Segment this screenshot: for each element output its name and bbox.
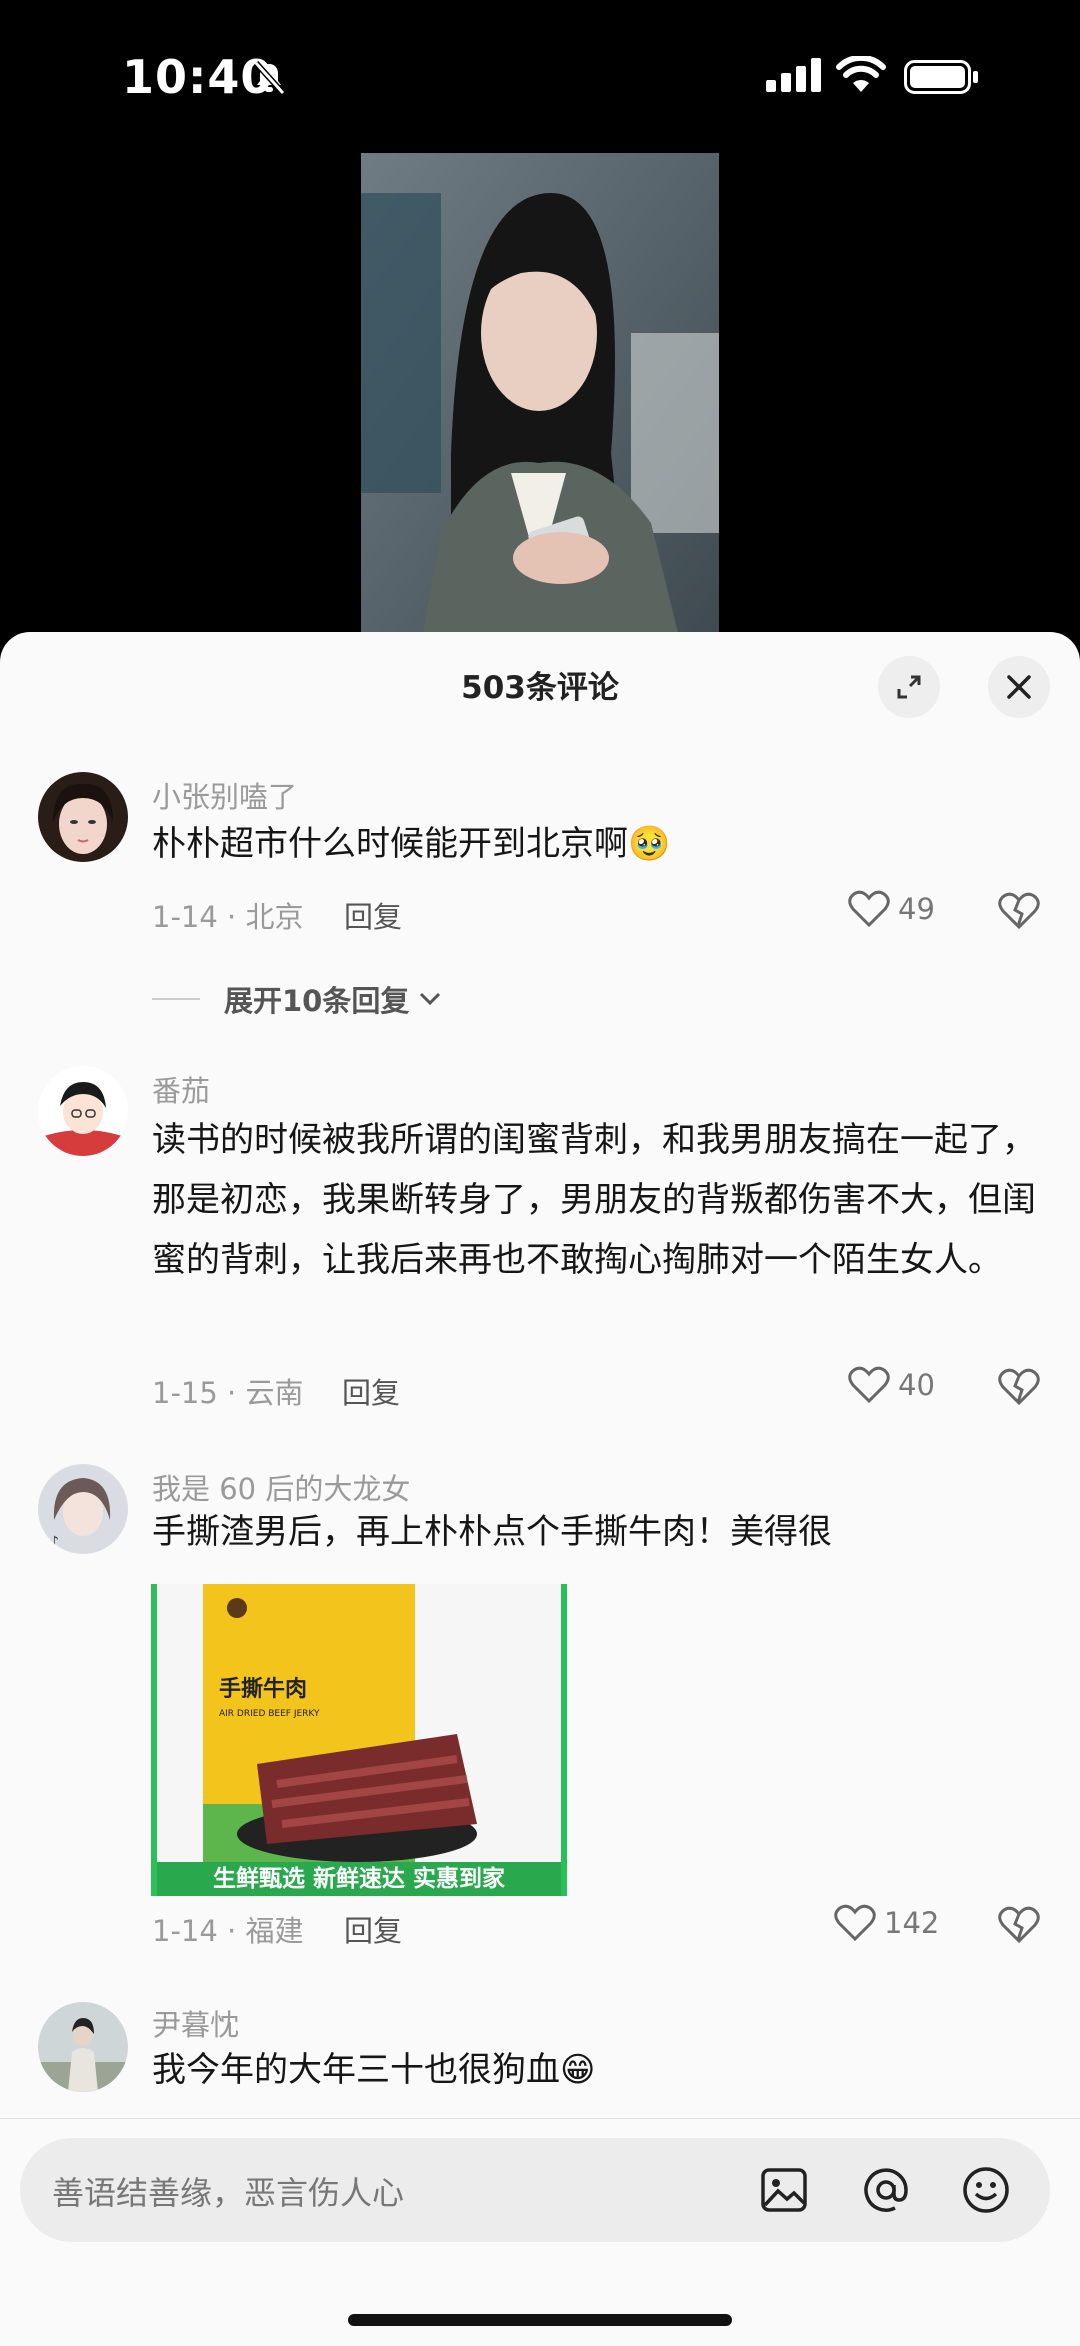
comment-username[interactable]: 尹暮忱: [152, 2002, 239, 2044]
heart-icon: [848, 1366, 890, 1404]
image-icon: [761, 2168, 807, 2212]
expand-button[interactable]: [878, 656, 940, 718]
like-button[interactable]: 40: [848, 1366, 935, 1404]
emoji-button[interactable]: [956, 2160, 1016, 2220]
product-subtitle: AIR DRIED BEEF JERKY: [219, 1709, 320, 1719]
reply-button[interactable]: 回复: [342, 1370, 400, 1412]
avatar[interactable]: [38, 1066, 128, 1156]
divider: [0, 2118, 1080, 2119]
mention-button[interactable]: [856, 2160, 916, 2220]
reply-button[interactable]: 回复: [344, 1908, 402, 1950]
cellular-signal-icon: [766, 58, 821, 92]
like-count: 40: [898, 1368, 935, 1402]
comment-date-location: 1-14 · 北京: [152, 900, 304, 934]
like-button[interactable]: 142: [834, 1904, 939, 1942]
wifi-icon: [836, 56, 886, 92]
comment-username[interactable]: 小张别嗑了: [152, 774, 297, 816]
dislike-heart-icon[interactable]: [998, 1906, 1040, 1944]
product-image[interactable]: 手撕牛肉 AIR DRIED BEEF JERKY 生鲜甄选 新鲜速达 实惠到家: [151, 1584, 567, 1896]
close-button[interactable]: [988, 656, 1050, 718]
video-thumbnail[interactable]: [361, 153, 719, 645]
avatar[interactable]: [38, 772, 128, 862]
comment-input-bar[interactable]: 善语结善缘，恶言伤人心: [20, 2138, 1050, 2242]
silent-bell-icon: [253, 60, 286, 96]
comment-date-location: 1-15 · 云南: [152, 1376, 304, 1410]
status-bar: 10:40: [0, 0, 1080, 150]
avatar[interactable]: ♪: [38, 1464, 128, 1554]
reply-button[interactable]: 回复: [344, 894, 402, 936]
status-time: 10:40: [122, 50, 274, 104]
avatar[interactable]: [38, 2002, 128, 2092]
chevron-down-icon: [420, 992, 441, 1006]
expand-replies-button[interactable]: 展开10条回复: [152, 978, 445, 1020]
comment-text: 读书的时候被我所谓的闺蜜背刺，和我男朋友搞在一起了，那是初恋，我果断转身了，男朋…: [152, 1120, 1036, 1280]
at-icon: [864, 2168, 908, 2212]
expand-icon: [897, 675, 921, 699]
close-icon: [1007, 675, 1031, 699]
expand-replies-label: 展开10条回复: [224, 984, 410, 1018]
heart-icon: [848, 890, 890, 928]
like-count: 142: [884, 1906, 940, 1940]
like-button[interactable]: 49: [848, 890, 935, 928]
comment-text: 手撕渣男后，再上朴朴点个手撕牛肉！美得很: [152, 1512, 832, 1552]
comment-text: 朴朴超市什么时候能开到北京啊🥹: [152, 824, 671, 864]
battery-icon: [904, 60, 978, 94]
product-name: 手撕牛肉: [219, 1676, 307, 1702]
like-count: 49: [898, 892, 935, 926]
dislike-heart-icon[interactable]: [998, 1368, 1040, 1406]
comment-input-placeholder[interactable]: 善语结善缘，恶言伤人心: [52, 2168, 404, 2214]
comment-date-location: 1-14 · 福建: [152, 1914, 304, 1948]
emoji-icon: [963, 2167, 1009, 2213]
comment-text: 我今年的大年三十也很狗血😁: [152, 2050, 596, 2090]
heart-icon: [834, 1904, 876, 1942]
dislike-heart-icon[interactable]: [998, 892, 1040, 930]
image-button[interactable]: [754, 2160, 814, 2220]
home-indicator[interactable]: [348, 2314, 732, 2326]
product-banner: 生鲜甄选 新鲜速达 实惠到家: [157, 1862, 561, 1896]
comment-username[interactable]: 番茄: [152, 1068, 210, 1110]
divider-line: [152, 998, 200, 1000]
